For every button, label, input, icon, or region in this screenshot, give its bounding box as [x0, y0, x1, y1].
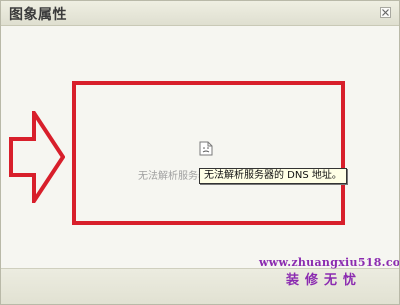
tooltip: 无法解析服务器的 DNS 地址。	[199, 168, 347, 184]
highlight-frame: 无法解析服务器的 DNS 地址。	[72, 81, 345, 225]
watermark-slogan: 装修无忧	[285, 273, 362, 288]
image-properties-dialog: 图象属性 无法解析服务器的 DNS 地址。 无法解析服务器的 DNS 地址。 w…	[0, 0, 400, 305]
dialog-titlebar: 图象属性	[1, 1, 399, 26]
close-icon	[382, 9, 389, 16]
broken-image-icon	[199, 141, 213, 156]
dialog-title: 图象属性	[9, 7, 67, 23]
watermark: www.zhuangxiu518.com 装修无忧	[259, 254, 400, 290]
watermark-url: www.zhuangxiu518.com	[259, 256, 400, 269]
close-button[interactable]	[380, 7, 391, 18]
right-arrow-annotation	[9, 111, 65, 203]
